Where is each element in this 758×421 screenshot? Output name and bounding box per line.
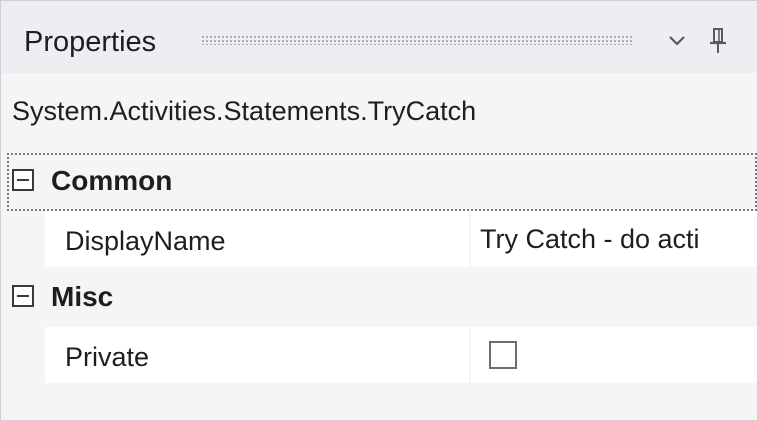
pin-icon: [710, 28, 726, 53]
property-name-displayname[interactable]: DisplayName: [45, 211, 469, 267]
category-misc[interactable]: Misc: [7, 269, 757, 327]
chevron-down-icon: [669, 36, 685, 46]
property-value-displayname[interactable]: Try Catch - do acti: [471, 211, 757, 267]
category-label: Misc: [51, 281, 114, 312]
property-name-private[interactable]: Private: [45, 327, 469, 383]
collapse-common-icon[interactable]: [12, 169, 34, 191]
property-name-label: DisplayName: [65, 226, 226, 256]
displayname-value-field[interactable]: Try Catch - do acti: [480, 219, 700, 259]
property-value-private: [471, 327, 757, 383]
property-grid-footer: [1, 391, 757, 420]
category-common[interactable]: Common: [7, 153, 757, 211]
collapse-misc-icon[interactable]: [12, 285, 34, 307]
auto-hide-pin-button[interactable]: [704, 23, 732, 59]
private-checkbox[interactable]: [489, 341, 517, 369]
properties-panel: Properties System.Activities.Statements.…: [0, 0, 758, 421]
category-label: Common: [51, 165, 173, 196]
property-name-label: Private: [65, 342, 150, 372]
panel-title-bar[interactable]: Properties: [1, 1, 757, 73]
property-row-private: Private: [45, 327, 757, 385]
property-grid: Common DisplayName Try Catch - do acti M…: [7, 153, 757, 391]
window-position-dropdown-button[interactable]: [663, 23, 691, 59]
selected-object-bar: System.Activities.Statements.TryCatch: [1, 73, 757, 153]
panel-title: Properties: [24, 26, 157, 58]
selected-object-name: System.Activities.Statements.TryCatch: [12, 96, 477, 126]
title-bar-grip[interactable]: [201, 35, 633, 45]
property-row-displayname: DisplayName Try Catch - do acti: [45, 211, 757, 269]
